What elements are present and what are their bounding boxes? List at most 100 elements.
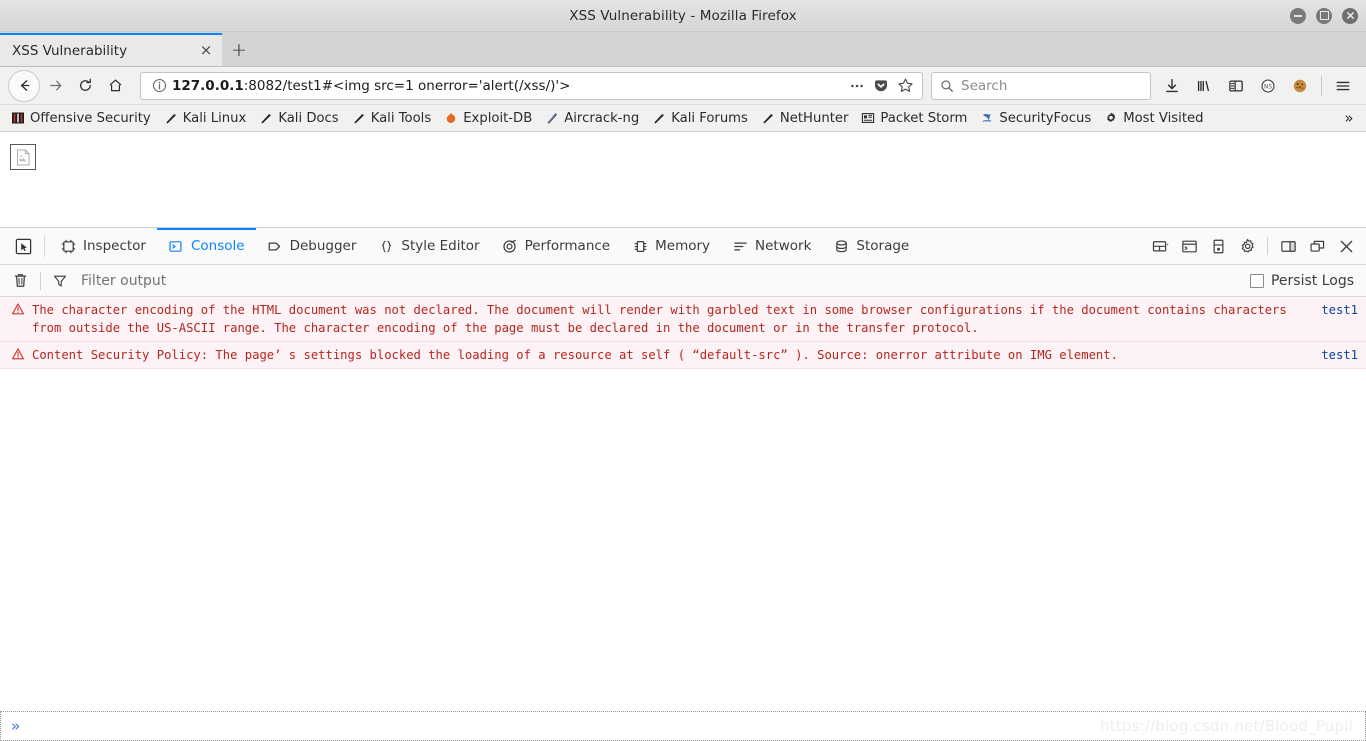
bookmark-kali-docs[interactable]: Kali Docs [252,108,344,128]
downloads-icon[interactable] [1157,71,1187,101]
console-source-link[interactable]: test1 [1314,301,1358,319]
arrow-left-icon [20,80,29,91]
bookmarks-overflow-button[interactable]: » [1336,107,1362,129]
console-message: Content Security Policy: The page’ s set… [32,348,1118,362]
persist-logs-checkbox[interactable]: Persist Logs [1249,273,1358,289]
sidebar-icon[interactable] [1221,71,1251,101]
console-prompt-chevron: » [11,717,21,735]
tab-label: Storage [856,238,910,254]
close-devtools-icon[interactable] [1332,232,1360,260]
screenshot-icon[interactable] [1204,232,1232,260]
bookmark-star-icon[interactable] [894,75,916,97]
search-icon [941,79,953,92]
tab-memory[interactable]: Memory [621,228,721,264]
inspector-icon [60,238,76,254]
reload-icon [79,78,91,91]
network-icon [732,238,748,254]
trash-icon[interactable] [8,269,32,293]
tab-network[interactable]: Network [721,228,822,264]
devtools-settings-gear-icon[interactable] [1233,232,1261,260]
bookmark-label: Aircrack-ng [564,110,640,126]
maximize-button[interactable] [1316,7,1332,24]
broken-image-icon [10,144,36,170]
element-picker-icon[interactable] [6,228,40,264]
bookmark-label: Kali Forums [671,110,748,126]
watermark-text: https://blog.csdn.net/Blood_Pupil [1099,717,1353,735]
kali-dragon-icon [351,110,367,126]
reload-button[interactable] [70,71,100,101]
bookmark-most-visited[interactable]: Most Visited [1097,108,1209,128]
tab-console[interactable]: Console [156,228,256,264]
console-output[interactable]: The character encoding of the HTML docum… [0,297,1366,711]
bookmark-packet-storm[interactable]: Packet Storm [854,108,973,128]
funnel-icon[interactable] [49,269,71,293]
url-actions [846,75,916,97]
tab-storage[interactable]: Storage [822,228,920,264]
console-row[interactable]: The character encoding of the HTML docum… [0,297,1366,342]
debugger-icon [267,238,283,254]
tab-label: Style Editor [401,238,480,254]
separate-window-icon[interactable] [1303,232,1331,260]
noscript-icon[interactable]: NS [1253,71,1283,101]
tab-label: Network [755,238,812,254]
tab-style-editor[interactable]: Style Editor [367,228,490,264]
console-filter-bar: Filter output Persist Logs [0,265,1366,297]
forward-button[interactable] [40,71,70,101]
library-icon[interactable] [1189,71,1219,101]
dock-side-icon[interactable] [1274,232,1302,260]
firefox-window: XSS Vulnerability - Mozilla Firefox XSS … [0,0,1366,741]
url-bar[interactable]: 127.0.0.1:8082/test1#<img src=1 onerror=… [140,71,923,100]
arrow-right-icon [49,80,61,91]
url-path: :8082/test1#<img src=1 onerror='alert(/x… [243,77,571,94]
page-actions-ellipsis-icon[interactable] [846,75,868,97]
gear-icon [1103,110,1119,126]
bookmark-offensive-security[interactable]: Offensive Security [4,108,157,128]
split-console-icon[interactable] [1175,232,1203,260]
cookie-icon[interactable] [1285,71,1315,101]
url-text[interactable]: 127.0.0.1:8082/test1#<img src=1 onerror=… [169,78,846,94]
tab-close-icon[interactable]: × [196,41,216,61]
new-tab-button[interactable]: + [222,33,256,66]
url-host: 127.0.0.1 [172,77,244,94]
tab-inspector[interactable]: Inspector [49,228,157,264]
tab-debugger[interactable]: Debugger [256,228,368,264]
bookmark-label: Packet Storm [880,110,968,126]
home-icon [109,79,121,92]
window-title: XSS Vulnerability - Mozilla Firefox [569,7,797,24]
bookmark-aircrack-ng[interactable]: Aircrack-ng [538,108,645,128]
bookmark-kali-forums[interactable]: Kali Forums [645,108,754,128]
console-input[interactable]: » https://blog.csdn.net/Blood_Pupil [0,711,1366,741]
filter-output-input[interactable]: Filter output [71,273,1250,289]
tab-label: Memory [655,238,711,254]
minimize-button[interactable] [1290,7,1306,24]
offsec-icon [10,110,26,126]
performance-icon [502,238,518,254]
tab-performance[interactable]: Performance [491,228,622,264]
window-controls [1290,0,1358,31]
hamburger-menu-icon[interactable] [1328,71,1358,101]
bookmarks-toolbar: Offensive Security Kali Linux Kali Docs [0,105,1366,132]
back-button[interactable] [8,69,40,102]
console-source-link[interactable]: test1 [1314,346,1358,364]
pocket-icon[interactable] [870,75,892,97]
kali-dragon-icon [163,110,179,126]
identity-info-icon[interactable] [149,76,169,96]
home-button[interactable] [100,71,130,101]
bookmark-exploit-db[interactable]: Exploit-DB [437,108,538,128]
bookmark-nethunter[interactable]: NetHunter [754,108,855,128]
devtools-toolbar-separator [1267,237,1268,255]
bookmark-label: Offensive Security [30,110,151,126]
bookmark-label: SecurityFocus [999,110,1092,126]
responsive-design-mode-icon[interactable] [1146,232,1174,260]
browser-tab[interactable]: XSS Vulnerability × [0,33,222,66]
console-row[interactable]: Content Security Policy: The page’ s set… [0,342,1366,369]
bookmark-kali-tools[interactable]: Kali Tools [345,108,438,128]
storage-icon [833,238,849,254]
devtools-tab-list: Inspector Console Debugger Style Editor … [49,228,920,264]
close-button[interactable] [1342,7,1358,24]
bookmark-kali-linux[interactable]: Kali Linux [157,108,253,128]
search-bar[interactable]: Search [931,71,1151,100]
bookmark-securityfocus[interactable]: SecurityFocus [973,108,1097,128]
toolbar-separator [1321,75,1322,96]
console-message: The character encoding of the HTML docum… [32,303,1287,335]
